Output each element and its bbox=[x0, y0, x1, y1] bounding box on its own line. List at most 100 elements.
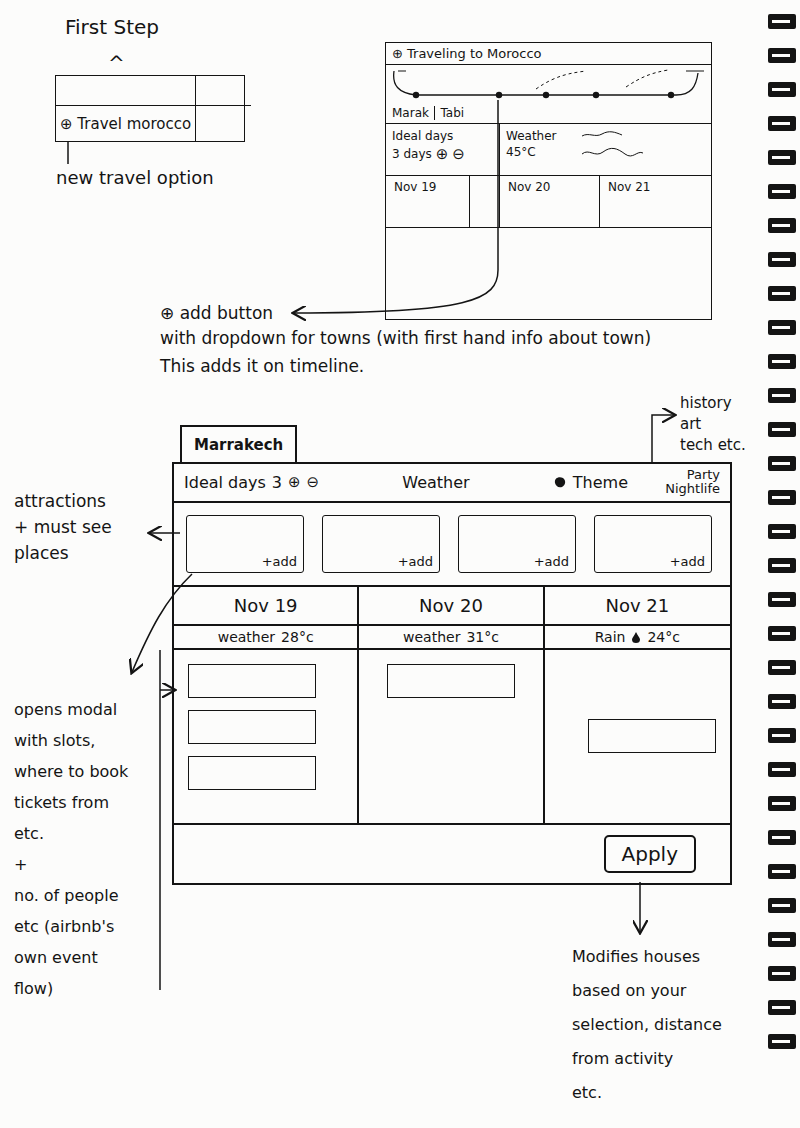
ideal-days: Ideal days3⊕⊖ bbox=[184, 473, 388, 492]
attraction-card[interactable]: +add bbox=[458, 515, 576, 573]
spiral-ring bbox=[768, 252, 796, 267]
spiral-ring bbox=[768, 898, 796, 913]
planner-box: Ideal days3⊕⊖WeatherThemeParty Nightlife… bbox=[172, 462, 732, 885]
attractions-note: attractions+ must seeplaces bbox=[14, 488, 112, 566]
date-spacer bbox=[470, 176, 500, 227]
day-date: Nov 19 bbox=[174, 587, 357, 626]
apply-button[interactable]: Apply bbox=[604, 835, 696, 873]
town-label[interactable]: Tabi bbox=[440, 106, 464, 120]
caret-mark: ^ bbox=[108, 50, 125, 76]
theme-blob-icon bbox=[553, 475, 567, 489]
squiggle-icon bbox=[577, 128, 647, 162]
mini-table: ⊕ Travel morocco bbox=[55, 75, 245, 142]
spiral-ring bbox=[768, 388, 796, 403]
overview-body bbox=[386, 228, 711, 319]
day-weather: weather28°c bbox=[174, 626, 357, 650]
spiral-ring bbox=[768, 286, 796, 301]
overview-panel: ⊕ Traveling to Morocco Marak Tabi Ideal day… bbox=[385, 42, 712, 320]
days-control[interactable]: ⊕ bbox=[288, 473, 301, 491]
ideal-days-cell: Ideal days3 days⊕⊖ bbox=[386, 124, 500, 175]
add-button-note: ⊕ add buttonwith dropdown for towns (wit… bbox=[160, 302, 651, 380]
spiral-ring bbox=[768, 932, 796, 947]
days-control[interactable]: ⊖ bbox=[452, 144, 465, 164]
spiral-ring bbox=[768, 1000, 796, 1015]
date-cell[interactable]: Nov 21 bbox=[600, 176, 711, 227]
spiral-ring bbox=[768, 82, 796, 97]
spiral-ring bbox=[768, 1034, 796, 1049]
town-tab[interactable]: Marrakech bbox=[180, 425, 297, 462]
first-step-title: First Step bbox=[65, 14, 159, 40]
theme-selector[interactable]: Theme bbox=[553, 473, 628, 492]
sketch-page: First Step ^ ⊕ Travel morocco new travel op… bbox=[0, 0, 800, 1128]
spiral-ring bbox=[768, 592, 796, 607]
spiral-ring bbox=[768, 830, 796, 845]
apply-note: Modifies housesbased on yourselection, d… bbox=[572, 940, 722, 1110]
mini-cell bbox=[56, 76, 196, 106]
town-planner: MarrakechIdeal days3⊕⊖WeatherThemeParty … bbox=[172, 425, 732, 885]
day-body bbox=[174, 650, 357, 823]
day-date: Nov 21 bbox=[545, 587, 730, 626]
spiral-ring bbox=[768, 48, 796, 63]
overview-title: ⊕ Traveling to Morocco bbox=[386, 43, 711, 65]
attraction-card[interactable]: +add bbox=[186, 515, 304, 573]
first-step-table: ⊕ Travel morocco bbox=[55, 75, 245, 142]
spiral-ring bbox=[768, 660, 796, 675]
spiral-ring bbox=[768, 558, 796, 573]
spiral-ring bbox=[768, 966, 796, 981]
day-body bbox=[545, 650, 730, 823]
spiral-ring bbox=[768, 116, 796, 131]
mini-cell bbox=[196, 106, 251, 141]
day-column: Nov 19weather28°c bbox=[174, 587, 359, 823]
overview-dates: Nov 19 Nov 20Nov 21 bbox=[386, 176, 711, 228]
spiral-ring bbox=[768, 320, 796, 335]
spiral-binding bbox=[768, 14, 800, 1049]
planner-footer: Apply bbox=[174, 825, 730, 883]
town-label[interactable]: Marak bbox=[392, 106, 429, 120]
spiral-ring bbox=[768, 864, 796, 879]
day-date: Nov 20 bbox=[359, 587, 542, 626]
activity-slot[interactable] bbox=[188, 756, 316, 790]
travel-option[interactable]: ⊕ Travel morocco bbox=[56, 106, 196, 141]
spiral-ring bbox=[768, 218, 796, 233]
rain-drop-icon bbox=[631, 631, 641, 643]
activity-slot[interactable] bbox=[588, 719, 716, 753]
spiral-ring bbox=[768, 456, 796, 471]
attraction-card[interactable]: +add bbox=[594, 515, 712, 573]
timeline-icon[interactable] bbox=[386, 65, 710, 105]
day-weather: Rain24°c bbox=[545, 626, 730, 650]
date-cell[interactable]: Nov 19 bbox=[386, 176, 470, 227]
spiral-ring bbox=[768, 422, 796, 437]
days-grid: Nov 19weather28°cNov 20weather31°cNov 21… bbox=[174, 587, 730, 825]
day-column: Nov 20weather31°c bbox=[359, 587, 544, 823]
theme-options-note: historyarttech etc. bbox=[680, 393, 746, 456]
modal-note: opens modalwith slots,where to bookticke… bbox=[14, 694, 128, 1004]
activity-slot[interactable] bbox=[188, 664, 316, 698]
theme-value[interactable]: Party Nightlife bbox=[642, 468, 720, 497]
activity-slot[interactable] bbox=[188, 710, 316, 744]
activity-slot[interactable] bbox=[387, 664, 515, 698]
add-button[interactable]: +add bbox=[262, 554, 297, 569]
weather-cell: Weather45°C bbox=[500, 124, 711, 175]
spiral-ring bbox=[768, 14, 796, 29]
planner-header: Ideal days3⊕⊖WeatherThemeParty Nightlife bbox=[174, 464, 730, 503]
new-option-note: new travel option bbox=[56, 166, 214, 189]
attraction-card[interactable]: +add bbox=[322, 515, 440, 573]
spiral-ring bbox=[768, 796, 796, 811]
days-control[interactable]: ⊕ bbox=[436, 144, 449, 164]
towns-row: Marak Tabi bbox=[386, 105, 711, 124]
mini-cell bbox=[196, 76, 251, 106]
date-cell[interactable]: Nov 20 bbox=[500, 176, 600, 227]
day-column: Nov 21Rain24°c bbox=[545, 587, 730, 823]
add-button[interactable]: +add bbox=[670, 554, 705, 569]
add-button[interactable]: +add bbox=[398, 554, 433, 569]
spiral-ring bbox=[768, 728, 796, 743]
town-divider bbox=[434, 106, 436, 120]
spiral-ring bbox=[768, 762, 796, 777]
add-button[interactable]: +add bbox=[534, 554, 569, 569]
spiral-ring bbox=[768, 524, 796, 539]
spiral-ring bbox=[768, 626, 796, 641]
spiral-ring bbox=[768, 490, 796, 505]
overview-info-row: Ideal days3 days⊕⊖Weather45°C bbox=[386, 124, 711, 176]
days-control[interactable]: ⊖ bbox=[307, 473, 320, 491]
day-body bbox=[359, 650, 542, 823]
